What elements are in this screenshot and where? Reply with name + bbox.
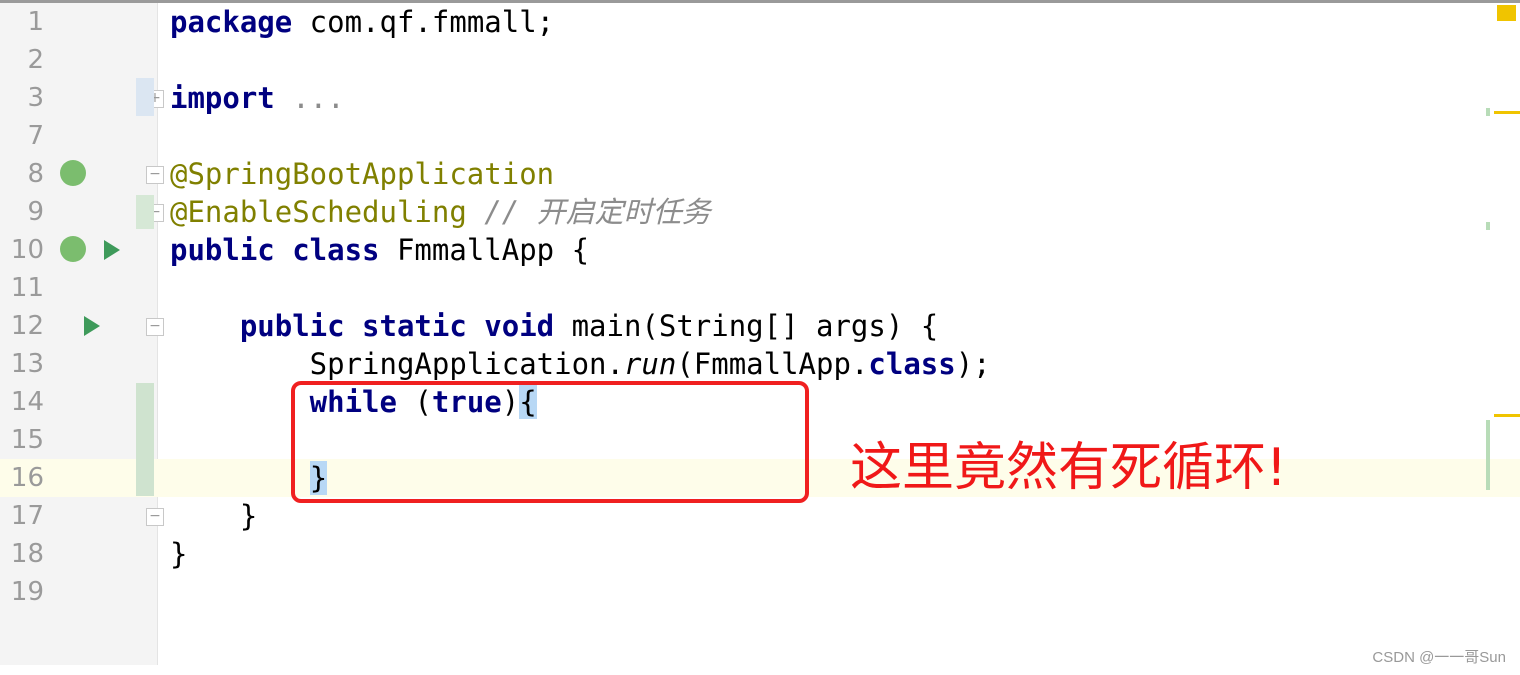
code-token: FmmallApp {	[379, 233, 590, 267]
code-text: }	[170, 497, 257, 535]
code-line[interactable]: 3 import ...	[0, 79, 1520, 117]
line-number: 13	[10, 349, 44, 379]
code-token: package	[170, 5, 293, 39]
line-number: 12	[10, 311, 44, 341]
code-token: ...	[274, 81, 345, 115]
line-number: 17	[10, 501, 44, 531]
code-token: SpringApplication.	[170, 347, 624, 381]
code-text: import ...	[170, 79, 345, 117]
inspection-status-icon[interactable]	[1497, 5, 1516, 21]
code-token: @EnableScheduling	[170, 195, 467, 229]
code-line[interactable]: 10 public class FmmallApp {	[0, 231, 1520, 269]
change-marker	[1486, 108, 1490, 116]
line-number: 9	[27, 197, 44, 227]
code-line[interactable]: 11	[0, 269, 1520, 307]
code-line[interactable]: 13 SpringApplication.run(FmmallApp.class…	[0, 345, 1520, 383]
vcs-change-marker	[136, 78, 154, 116]
line-number: 7	[27, 121, 44, 151]
code-text: @EnableScheduling // 开启定时任务	[170, 193, 711, 231]
vcs-change-marker	[136, 383, 154, 496]
code-line[interactable]: 8 @SpringBootApplication	[0, 155, 1520, 193]
annotation-text: 这里竟然有死循环!	[850, 438, 1287, 498]
code-line[interactable]: 2	[0, 41, 1520, 79]
run-icon[interactable]	[104, 240, 120, 260]
line-number: 1	[27, 7, 44, 37]
code-token: );	[955, 347, 991, 381]
code-text: @SpringBootApplication	[170, 155, 554, 193]
code-token: }	[170, 537, 188, 571]
code-token: main(String[] args) {	[554, 309, 939, 343]
code-line[interactable]: 18}	[0, 535, 1520, 573]
code-token: public class	[170, 233, 380, 267]
code-token: class	[868, 347, 956, 381]
line-number: 15	[10, 425, 44, 455]
code-line[interactable]: 7	[0, 117, 1520, 155]
line-number: 16	[10, 463, 44, 493]
vcs-change-marker	[136, 195, 154, 229]
change-marker	[1486, 420, 1490, 490]
line-number: 18	[10, 539, 44, 569]
code-line[interactable]: 12 public static void main(String[] args…	[0, 307, 1520, 345]
spring-boot-icon[interactable]	[60, 236, 86, 262]
code-token: run	[623, 347, 677, 381]
highlight-box	[291, 381, 809, 503]
code-token: public static void	[170, 309, 555, 343]
code-line[interactable]: 1 package com.qf.fmmall;	[0, 3, 1520, 41]
line-number: 19	[10, 577, 44, 607]
code-token: // 开启定时任务	[466, 195, 711, 229]
code-token: (FmmallApp.	[676, 347, 869, 381]
code-token: @SpringBootApplication	[170, 157, 555, 191]
code-text: public static void main(String[] args) {	[170, 307, 938, 345]
code-text: public class FmmallApp {	[170, 231, 589, 269]
code-line[interactable]: 9 @EnableScheduling // 开启定时任务	[0, 193, 1520, 231]
code-line[interactable]: 19	[0, 573, 1520, 611]
line-number: 11	[10, 273, 44, 303]
scroll-marker[interactable]	[1494, 111, 1520, 114]
code-token: import	[170, 81, 275, 115]
code-token: }	[170, 499, 258, 533]
line-number: 3	[27, 83, 44, 113]
run-icon[interactable]	[84, 316, 100, 336]
line-number: 10	[10, 235, 44, 265]
fold-collapse-icon[interactable]: −	[146, 318, 164, 336]
change-marker	[1486, 222, 1490, 230]
line-number: 2	[27, 45, 44, 75]
code-text: }	[170, 535, 187, 573]
code-text: package com.qf.fmmall;	[170, 3, 554, 41]
line-number: 14	[10, 387, 44, 417]
fold-end-icon[interactable]: −	[146, 508, 164, 526]
watermark: CSDN @一一哥Sun	[1372, 649, 1506, 666]
spring-bean-icon[interactable]	[60, 160, 86, 186]
fold-collapse-icon[interactable]: −	[146, 166, 164, 184]
line-number: 8	[27, 159, 44, 189]
scroll-marker[interactable]	[1494, 414, 1520, 417]
code-text: SpringApplication.run(FmmallApp.class);	[170, 345, 991, 383]
code-token: com.qf.fmmall;	[292, 5, 555, 39]
